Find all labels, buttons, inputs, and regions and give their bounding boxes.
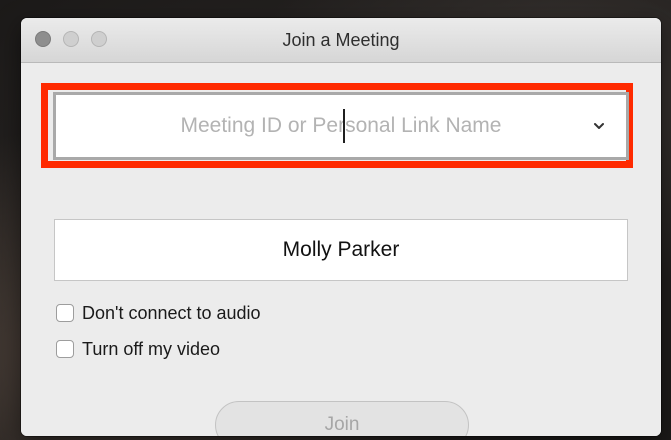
window-title: Join a Meeting (282, 30, 400, 50)
option-dont-connect-audio[interactable]: Don't connect to audio (56, 301, 261, 325)
dont-connect-audio-checkbox[interactable] (56, 304, 74, 322)
title-bar: Join a Meeting (21, 18, 661, 63)
display-name-input[interactable]: Molly Parker (54, 219, 628, 281)
dont-connect-audio-label[interactable]: Don't connect to audio (82, 303, 261, 324)
join-meeting-window: Join a Meeting Meeting ID or Personal Li… (21, 18, 661, 436)
turn-off-video-label[interactable]: Turn off my video (82, 339, 220, 360)
display-name-value: Molly Parker (282, 238, 400, 261)
dialog-content: Meeting ID or Personal Link Name Molly P… (21, 63, 661, 436)
meeting-id-placeholder: Meeting ID or Personal Link Name (180, 114, 502, 137)
chevron-down-icon[interactable] (592, 119, 606, 133)
text-cursor (343, 109, 345, 143)
option-turn-off-video[interactable]: Turn off my video (56, 337, 220, 361)
turn-off-video-checkbox[interactable] (56, 340, 74, 358)
join-button[interactable]: Join (215, 401, 469, 436)
meeting-id-input[interactable]: Meeting ID or Personal Link Name (53, 92, 629, 160)
